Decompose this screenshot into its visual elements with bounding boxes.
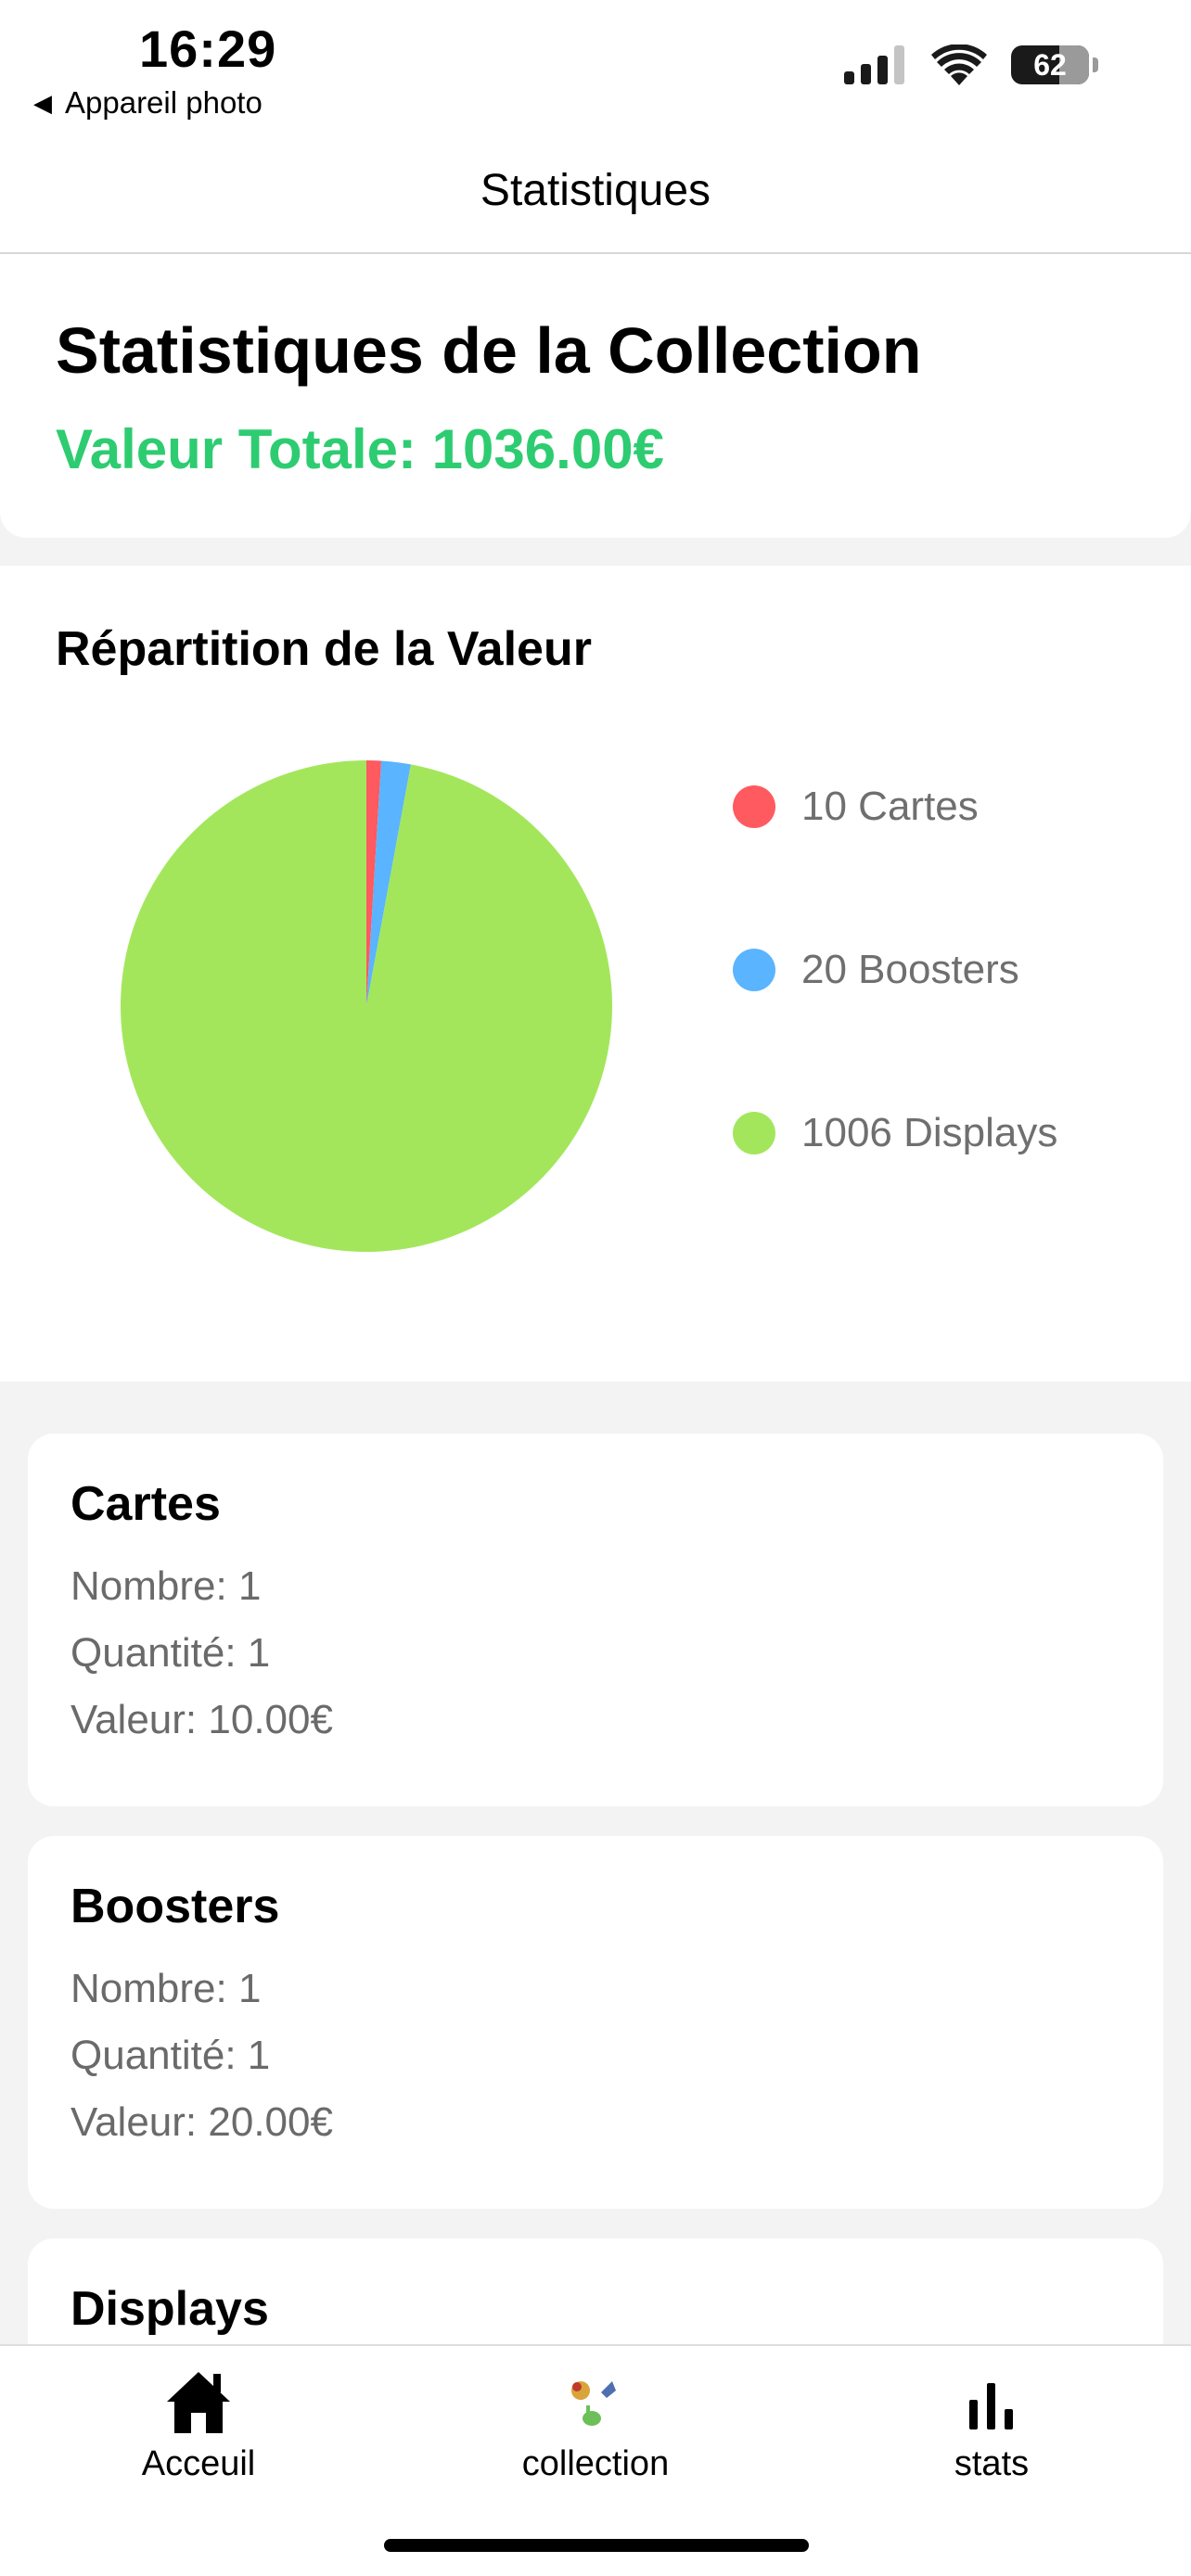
- legend-dot-boosters: [733, 949, 775, 991]
- legend-label-cartes: 10 Cartes: [801, 784, 979, 829]
- stat-nombre: Nombre: 1: [70, 1966, 262, 2011]
- stat-card-cartes: Cartes Nombre: 1 Quantité: 1 Valeur: 10.…: [28, 1434, 1163, 1806]
- collection-title: Statistiques de la Collection: [56, 314, 922, 387]
- summary-card: Statistiques de la Collection Valeur Tot…: [0, 254, 1191, 538]
- tab-label: stats: [954, 2444, 1030, 2483]
- stat-card-title: Boosters: [70, 1880, 280, 1933]
- stat-card-displays: Displays: [28, 2238, 1163, 2344]
- cellular-signal-icon: [844, 45, 904, 84]
- chart-legend: 10 Cartes 20 Boosters 1006 Displays: [733, 781, 1057, 1270]
- legend-item-boosters: 20 Boosters: [733, 944, 1057, 996]
- status-time: 16:29: [139, 19, 277, 78]
- battery-tip: [1093, 57, 1098, 72]
- status-icons: 62: [844, 45, 1098, 85]
- back-to-app-link[interactable]: ◀ Appareil photo: [33, 85, 263, 121]
- nav-header: Statistiques: [0, 139, 1191, 254]
- chart-title: Répartition de la Valeur: [56, 622, 592, 676]
- tab-label: collection: [521, 2444, 670, 2483]
- back-triangle-icon: ◀: [33, 88, 52, 117]
- stat-quantite: Quantité: 1: [70, 2033, 271, 2078]
- stat-valeur: Valeur: 20.00€: [70, 2099, 333, 2145]
- tab-label: Acceuil: [141, 2444, 256, 2483]
- legend-dot-displays: [733, 1112, 775, 1154]
- tab-stats[interactable]: stats: [880, 2365, 1103, 2484]
- stat-quantite: Quantité: 1: [70, 1630, 271, 1676]
- stat-nombre: Nombre: 1: [70, 1563, 262, 1609]
- battery-icon: 62: [1011, 45, 1089, 84]
- back-app-label: Appareil photo: [65, 85, 263, 120]
- stat-card-title: Displays: [70, 2282, 269, 2336]
- legend-label-displays: 1006 Displays: [801, 1110, 1058, 1155]
- wifi-icon: [931, 45, 987, 85]
- stat-card-boosters: Boosters Nombre: 1 Quantité: 1 Valeur: 2…: [28, 1836, 1163, 2209]
- legend-item-cartes: 10 Cartes: [733, 781, 1057, 833]
- status-bar: 16:29 ◀ Appareil photo 62: [0, 0, 1191, 139]
- stat-card-title: Cartes: [70, 1477, 221, 1531]
- stat-valeur: Valeur: 10.00€: [70, 1697, 333, 1742]
- value-distribution-card: Répartition de la Valeur 10 Cartes 20 Bo…: [0, 566, 1191, 1382]
- home-icon: [167, 2372, 230, 2433]
- page-title: Statistiques: [480, 166, 711, 215]
- tab-acceuil[interactable]: Acceuil: [87, 2365, 310, 2484]
- total-value: Valeur Totale: 1036.00€: [56, 418, 664, 480]
- bar-chart-icon: [969, 2383, 1013, 2429]
- legend-label-boosters: 20 Boosters: [801, 947, 1019, 992]
- home-indicator: [384, 2539, 809, 2552]
- pie-slice-displays: [121, 760, 612, 1252]
- collection-icon: [571, 2381, 616, 2426]
- legend-item-displays: 1006 Displays: [733, 1107, 1057, 1159]
- stats-scroll-view[interactable]: Statistiques de la Collection Valeur Tot…: [0, 254, 1191, 2344]
- legend-dot-cartes: [733, 785, 775, 828]
- value-pie-chart: [121, 760, 612, 1252]
- battery-level: 62: [1033, 47, 1067, 82]
- tab-collection[interactable]: collection: [484, 2365, 707, 2484]
